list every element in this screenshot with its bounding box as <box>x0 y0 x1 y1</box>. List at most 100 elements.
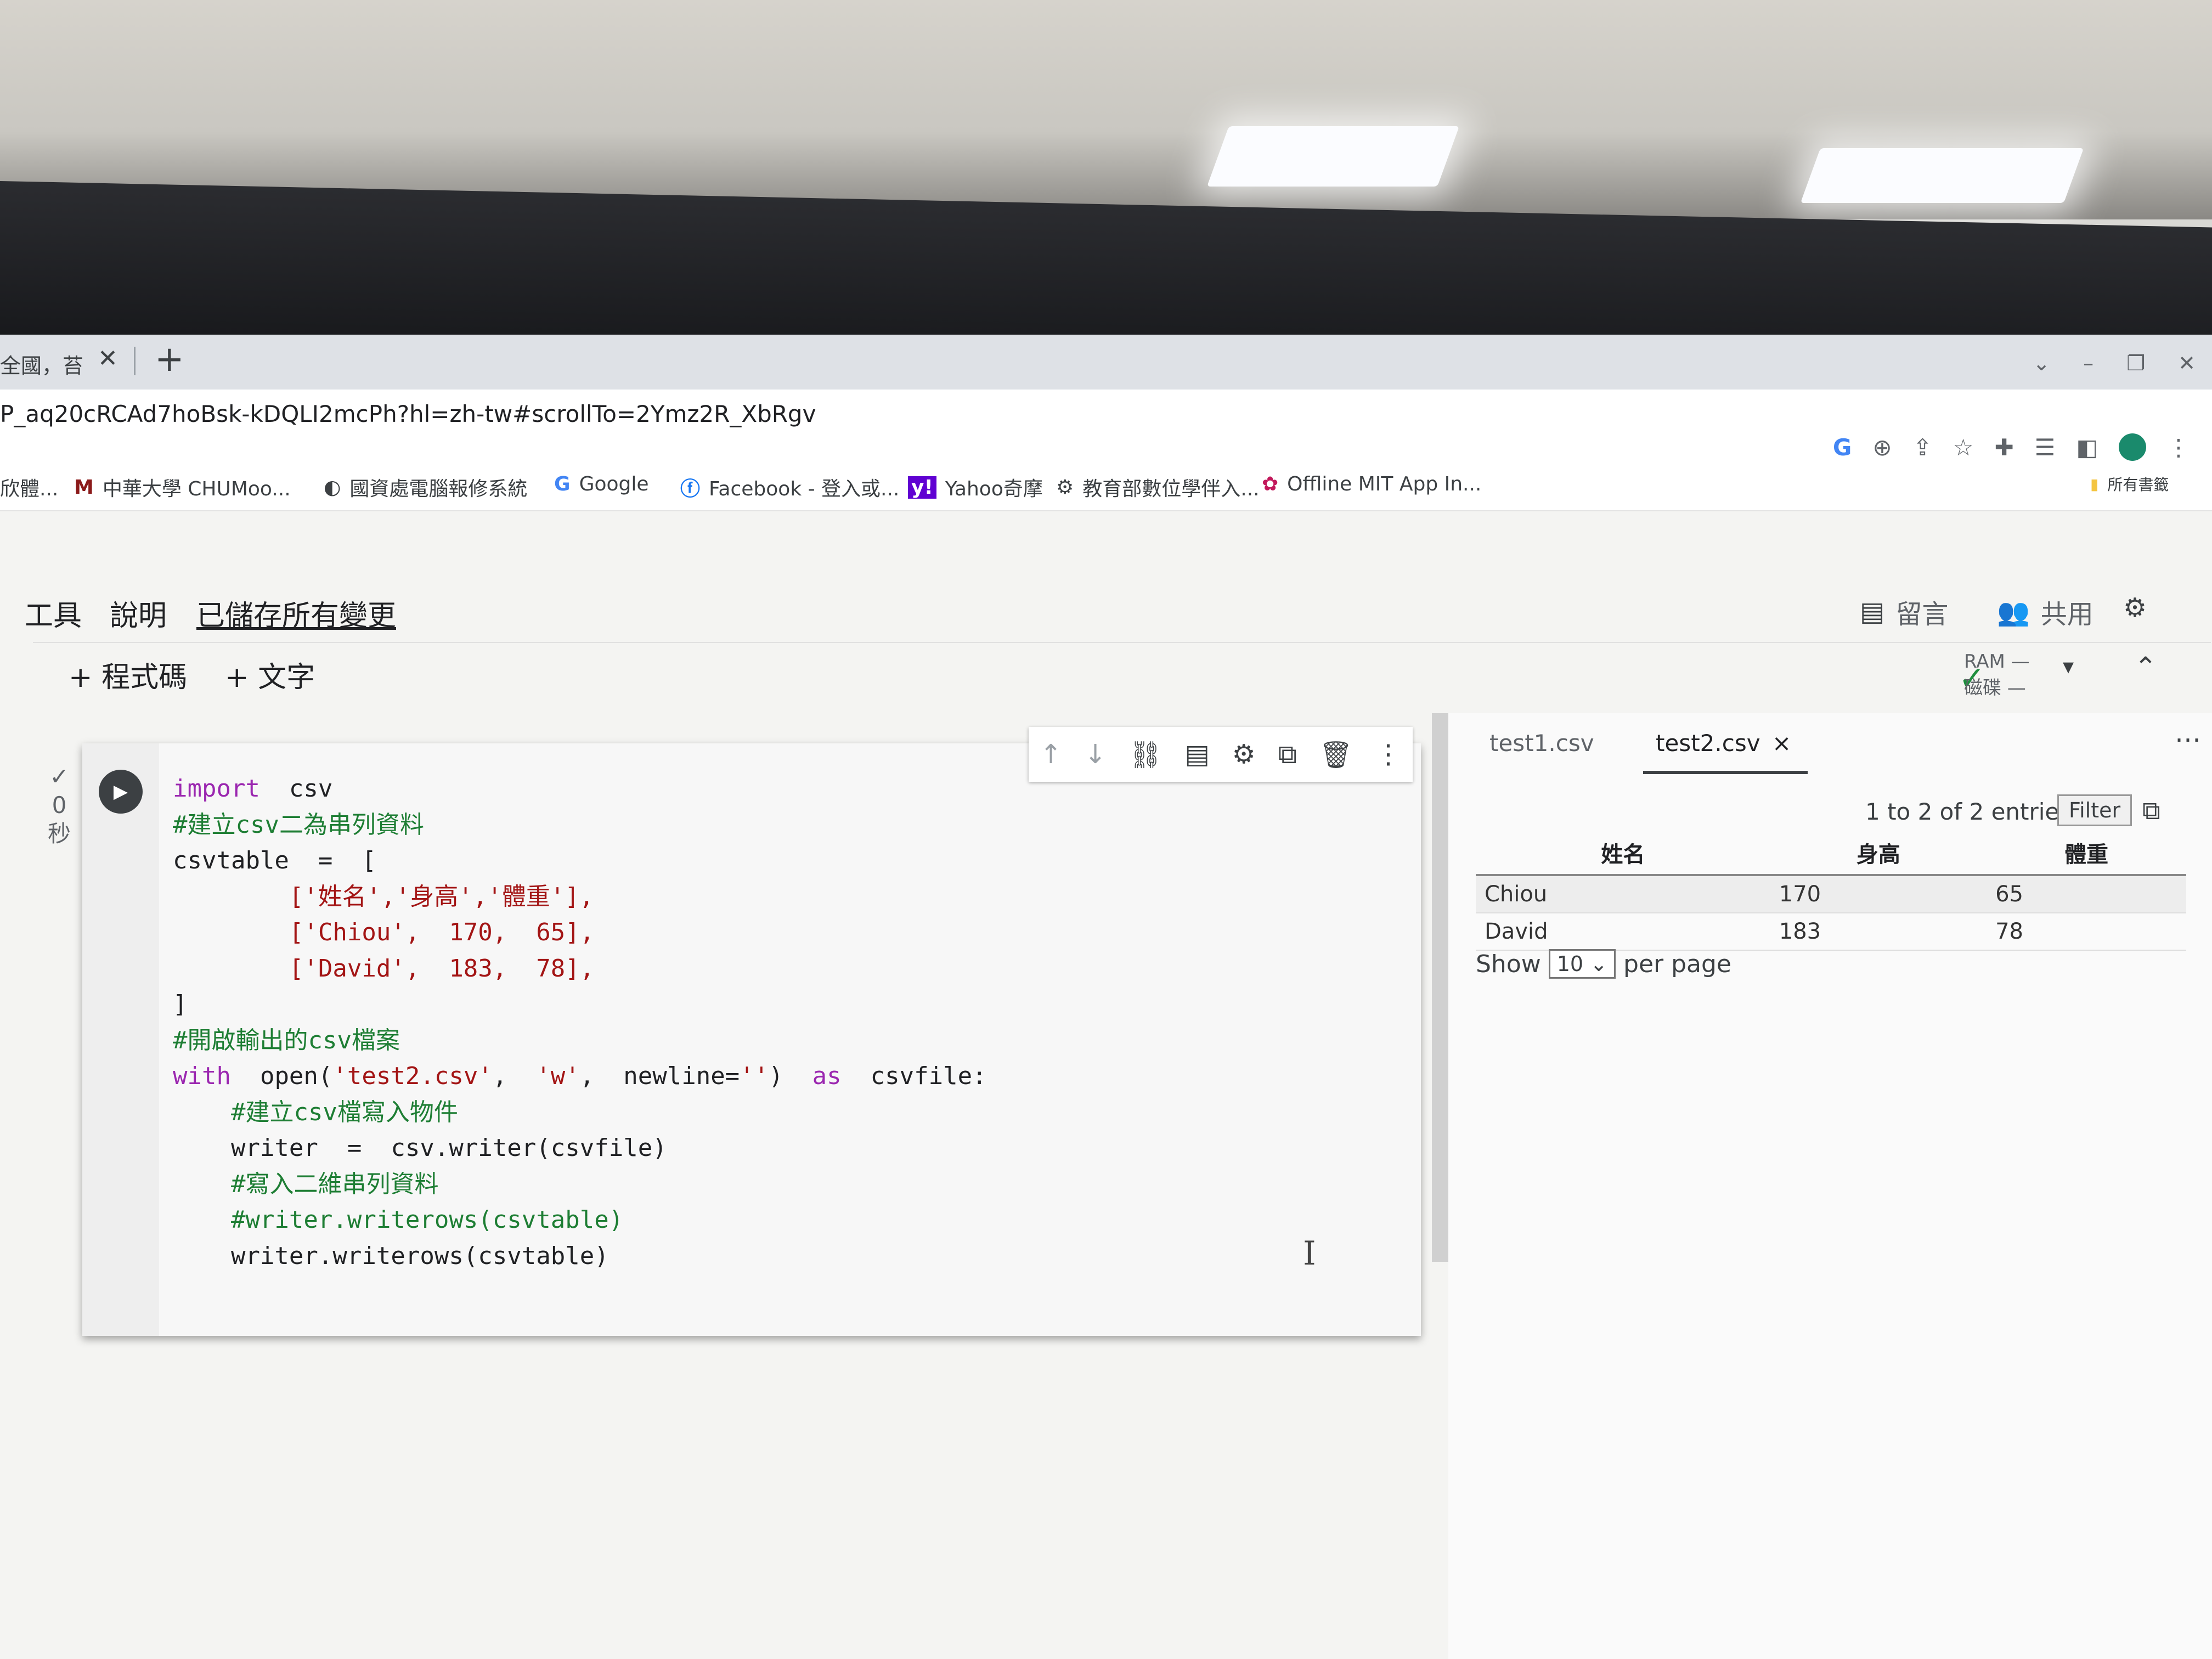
collapse-chevron-up-icon[interactable]: ⌃ <box>2134 651 2157 683</box>
saved-status[interactable]: 已儲存所有變更 <box>196 592 396 634</box>
code-line: #寫入二維串列資料 <box>173 1170 439 1198</box>
share-icon[interactable]: ⇪ <box>1913 434 1932 461</box>
bookmark-label: 教育部數位學伴入... <box>1082 478 1260 500</box>
bookmark-item[interactable]: ◐ 國資處電腦報修系統 <box>324 473 527 501</box>
run-cell-button[interactable]: ▶ <box>99 770 143 814</box>
close-tab-icon[interactable]: ✕ <box>98 345 118 373</box>
gear-icon: ⚙ <box>1056 476 1074 499</box>
side-panel-icon[interactable]: ◧ <box>2076 434 2098 461</box>
comment-label: 留言 <box>1895 599 1949 630</box>
share-label: 共用 <box>2040 599 2094 630</box>
share-button[interactable]: 👥 共用 <box>1997 592 2094 631</box>
delete-trash-icon[interactable]: 🗑 <box>1319 739 1353 770</box>
google-translate-icon[interactable]: G <box>1833 434 1852 461</box>
chevron-down-icon: ⌄ <box>1590 952 1608 976</box>
comment-icon[interactable]: ▤ <box>1184 739 1209 770</box>
bookmark-label: Yahoo奇摩 <box>945 478 1043 500</box>
code-line: ['姓名','身高','體重'], <box>173 882 594 911</box>
code-line: #writer.writerows(csvtable) <box>173 1206 624 1234</box>
chrome-menu-icon[interactable]: ⋮ <box>2167 434 2190 461</box>
table-row: David 183 78 <box>1476 913 2186 951</box>
address-bar-url[interactable]: P_aq20cRCAd7hoBsk-kDQLI2mcPh?hl=zh-tw#sc… <box>0 400 816 427</box>
minimize-icon[interactable]: – <box>2083 351 2094 375</box>
settings-gear-icon[interactable]: ⚙ <box>1232 739 1256 770</box>
menu-help[interactable]: 說明 <box>110 592 167 634</box>
column-header[interactable]: 體重 <box>1987 831 2186 876</box>
code-line: ['David', 183, 78], <box>173 954 595 983</box>
code-editor[interactable]: import csv #建立csv二為串列資料 csvtable = [ ['姓名'… <box>173 771 987 1274</box>
colab-menubar: 工具 說明 已儲存所有變更 ▤ 留言 👥 共用 ⚙ <box>0 576 2212 642</box>
bookmark-label: 中華大學 CHUMoo... <box>102 478 291 500</box>
google-icon: G <box>554 473 571 495</box>
mirror-cell-icon[interactable]: ⧉ <box>1278 739 1297 770</box>
bookmark-item[interactable]: 欣體... <box>0 473 58 501</box>
page-size-control: Show 10 ⌄ per page <box>1476 949 1731 979</box>
globe-icon: ◐ <box>324 476 341 499</box>
bookmark-item[interactable]: y! Yahoo奇摩 <box>908 473 1043 501</box>
settings-gear-icon[interactable]: ⚙ <box>2123 592 2147 623</box>
code-line: csvtable = [ <box>173 847 376 874</box>
address-bar-icons: G ⊕ ⇪ ☆ ✚ ☰ ◧ ⋮ <box>1833 433 2190 461</box>
cell-toolbar: ↑ ↓ ⛓ ▤ ⚙ ⧉ 🗑 ⋮ <box>1029 727 1413 782</box>
column-header[interactable]: 姓名 <box>1476 831 1770 876</box>
chevron-down-icon[interactable]: ⌄ <box>2033 351 2050 375</box>
comment-icon: ▤ <box>1860 596 1885 627</box>
resource-indicator[interactable]: RAM — 磁碟 — <box>1964 648 2030 701</box>
move-down-icon[interactable]: ↓ <box>1085 739 1107 770</box>
app-inventor-icon: ✿ <box>1262 473 1279 495</box>
code-text: , <box>492 1062 537 1090</box>
close-window-icon[interactable]: ✕ <box>2178 351 2196 375</box>
bookmark-item[interactable]: G Google <box>554 473 649 495</box>
code-line: ] <box>173 990 188 1018</box>
bookmark-item[interactable]: ✿ Offline MIT App In... <box>1262 473 1481 495</box>
more-horiz-icon[interactable]: ⋯ <box>2175 724 2201 755</box>
ceiling-light <box>1206 126 1460 187</box>
page-size-select[interactable]: 10 ⌄ <box>1548 949 1616 979</box>
pane-resize-handle[interactable] <box>1432 713 1448 1262</box>
execution-status: ✓ 0 秒 <box>43 763 76 848</box>
bookmark-label: Offline MIT App In... <box>1287 473 1482 495</box>
reading-list-icon[interactable]: ☰ <box>2035 434 2056 461</box>
browser-tab-title[interactable]: 全國，苔 <box>0 349 83 379</box>
ceiling-light <box>1800 148 2084 203</box>
code-line: import csv <box>173 771 987 807</box>
bookmark-label: 國資處電腦報修系統 <box>349 478 528 500</box>
extensions-puzzle-icon[interactable]: ✚ <box>1994 434 2013 461</box>
more-vert-icon[interactable]: ⋮ <box>1375 739 1402 770</box>
play-icon: ▶ <box>113 781 128 803</box>
code-text: '' <box>740 1062 769 1090</box>
move-up-icon[interactable]: ↑ <box>1040 739 1062 770</box>
exec-time-value: 0 <box>52 792 67 819</box>
add-code-button[interactable]: + 程式碼 <box>69 654 187 695</box>
all-bookmarks[interactable]: ▮ 所有書籤 <box>2090 473 2169 495</box>
copy-icon[interactable]: ⧉ <box>2142 795 2160 826</box>
table-cell: David <box>1476 913 1770 951</box>
tab-test1-csv[interactable]: test1.csv <box>1489 730 1594 757</box>
comment-button[interactable]: ▤ 留言 <box>1860 592 1948 631</box>
bookmark-item[interactable]: ⓕ Facebook - 登入或... <box>680 473 899 501</box>
tab-test2-csv[interactable]: test2.csv <box>1656 730 1760 757</box>
code-text: open( <box>230 1062 333 1090</box>
close-tab-icon[interactable]: × <box>1772 730 1791 757</box>
bookmark-item[interactable]: ⚙ 教育部數位學伴入... <box>1056 473 1260 501</box>
runtime-dropdown-icon[interactable]: ▾ <box>2063 654 2074 679</box>
add-text-button[interactable]: + 文字 <box>225 654 315 695</box>
filter-button[interactable]: Filter <box>2057 794 2132 826</box>
table-row: Chiou 170 65 <box>1476 875 2186 913</box>
menu-tools[interactable]: 工具 <box>25 592 82 634</box>
restore-icon[interactable]: ❐ <box>2126 351 2145 375</box>
bookmark-item[interactable]: M 中華大學 CHUMoo... <box>74 473 291 501</box>
active-tab-indicator <box>1643 771 1808 774</box>
window-controls: ⌄ – ❐ ✕ <box>2033 351 2196 375</box>
zoom-icon[interactable]: ⊕ <box>1872 434 1892 461</box>
new-tab-plus-icon[interactable]: + <box>155 339 184 380</box>
yahoo-icon: y! <box>908 476 936 499</box>
link-icon[interactable]: ⛓ <box>1129 739 1163 770</box>
star-bookmark-icon[interactable]: ☆ <box>1953 434 1974 461</box>
m-icon: M <box>74 476 94 499</box>
code-line: with open('test2.csv', 'w', newline='') … <box>173 1058 987 1094</box>
profile-avatar[interactable] <box>2119 433 2146 461</box>
ceiling-background <box>0 0 2212 219</box>
code-cell[interactable]: ▶ import csv #建立csv二為串列資料 csvtable = [ ['姓… <box>82 743 1421 1336</box>
column-header[interactable]: 身高 <box>1770 831 1987 876</box>
